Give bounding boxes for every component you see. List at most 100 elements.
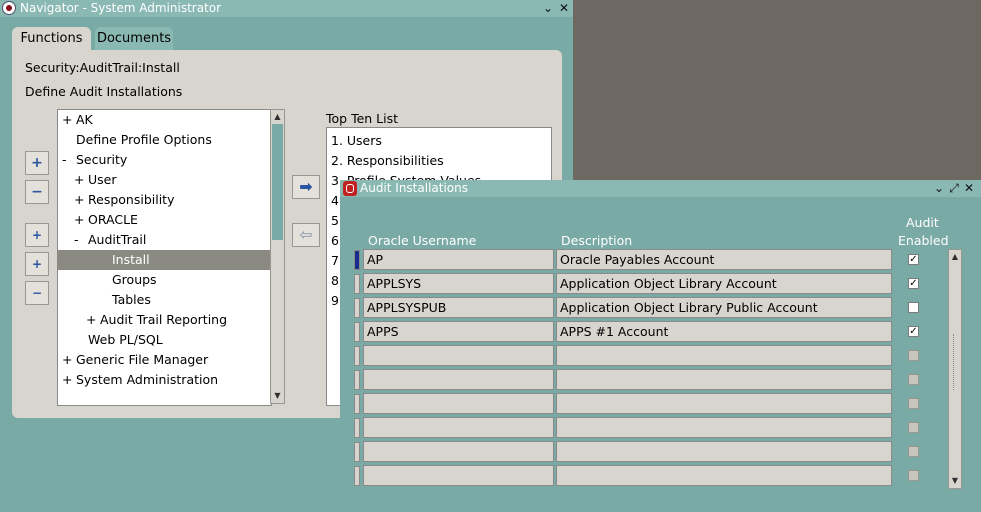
tree-node-toggle[interactable]: + [74, 210, 84, 230]
record-indicator[interactable] [354, 418, 360, 438]
audit-enabled-checkbox[interactable] [908, 374, 919, 385]
scroll-up-icon[interactable]: ▲ [271, 110, 284, 124]
audit-enabled-checkbox[interactable] [908, 470, 919, 481]
tree-scrollbar[interactable]: ▲ ▼ [270, 109, 285, 404]
function-tree[interactable]: + AK Define Profile Options - Security + User +… [57, 109, 272, 406]
username-field[interactable]: AP [363, 249, 554, 270]
tree-node-label: Install [112, 252, 150, 267]
scroll-grip[interactable] [953, 334, 958, 390]
description-field[interactable]: Application Object Library Account [556, 273, 892, 294]
close-icon[interactable]: ✕ [557, 0, 571, 17]
audit-enabled-checkbox[interactable]: ✓ [908, 278, 919, 289]
tab-functions[interactable]: Functions [12, 27, 91, 51]
scroll-down-icon[interactable]: ▼ [271, 389, 284, 403]
audit-scrollbar[interactable]: ▲ ▼ [948, 249, 962, 489]
collapse-icon[interactable]: − [25, 180, 49, 204]
tree-node-toggle[interactable]: + [62, 370, 72, 390]
tree-node[interactable]: + AK [58, 110, 271, 130]
username-field[interactable] [363, 465, 554, 486]
audit-enabled-checkbox[interactable] [908, 446, 919, 457]
tree-node-toggle[interactable]: + [74, 190, 84, 210]
record-indicator[interactable] [354, 466, 360, 486]
tree-scroll-thumb[interactable] [272, 124, 283, 240]
record-indicator[interactable] [354, 274, 360, 294]
description-field[interactable] [556, 417, 892, 438]
record-indicator[interactable] [354, 370, 360, 390]
username-field[interactable] [363, 369, 554, 390]
table-row [340, 344, 981, 368]
tree-node-label: Audit Trail Reporting [100, 312, 228, 327]
tree-node[interactable]: + Generic File Manager [58, 350, 271, 370]
audit-enabled-checkbox[interactable] [908, 398, 919, 409]
table-row: APPLSYSPUB Application Object Library Pub… [340, 296, 981, 320]
top-ten-item[interactable]: 1. Users [331, 131, 382, 151]
record-indicator[interactable] [354, 250, 360, 270]
username-field[interactable] [363, 417, 554, 438]
header-oracle-username: Oracle Username [368, 233, 477, 248]
tree-node[interactable]: - Security [58, 150, 271, 170]
expand-all-icon[interactable]: + [25, 252, 49, 276]
tree-node-toggle[interactable]: + [86, 310, 96, 330]
top-ten-item[interactable]: 2. Responsibilities [331, 151, 444, 171]
record-indicator[interactable] [354, 322, 360, 342]
description-field[interactable] [556, 393, 892, 414]
username-field[interactable] [363, 345, 554, 366]
tree-node[interactable]: + System Administration [58, 370, 271, 390]
tree-node-toggle[interactable]: + [74, 170, 84, 190]
tree-node[interactable]: + ORACLE [58, 210, 271, 230]
close-icon[interactable]: ✕ [962, 180, 976, 197]
tree-node[interactable]: + Responsibility [58, 190, 271, 210]
tree-node-toggle[interactable]: - [74, 230, 79, 250]
audit-enabled-checkbox[interactable] [908, 302, 919, 313]
header-audit: Audit [906, 215, 939, 230]
navigator-titlebar[interactable]: Navigator - System Administrator ⌄ ✕ [0, 0, 573, 17]
audit-titlebar[interactable]: Audit Installations ⌄ ⤢ ✕ [340, 180, 981, 197]
tree-node-toggle[interactable]: + [62, 350, 72, 370]
expand-branch-icon[interactable]: + [25, 223, 49, 247]
record-indicator[interactable] [354, 442, 360, 462]
username-field[interactable] [363, 441, 554, 462]
add-to-top-ten-icon[interactable]: ➡ [292, 175, 320, 199]
record-indicator[interactable] [354, 298, 360, 318]
record-indicator[interactable] [354, 346, 360, 366]
tree-node[interactable]: + Audit Trail Reporting [58, 310, 271, 330]
username-field[interactable]: APPLSYSPUB [363, 297, 554, 318]
audit-enabled-checkbox[interactable]: ✓ [908, 254, 919, 265]
description-field[interactable] [556, 369, 892, 390]
audit-enabled-checkbox[interactable] [908, 350, 919, 361]
audit-enabled-checkbox[interactable]: ✓ [908, 326, 919, 337]
description-field[interactable]: Application Object Library Public Accoun… [556, 297, 892, 318]
tree-node[interactable]: Tables [58, 290, 271, 310]
tree-node[interactable]: Web PL/SQL [58, 330, 271, 350]
username-field[interactable]: APPLSYS [363, 273, 554, 294]
collapse-all-icon[interactable]: − [25, 281, 49, 305]
table-row: APPS APPS #1 Account ✓ [340, 320, 981, 344]
table-row [340, 392, 981, 416]
tree-node-toggle[interactable]: - [62, 150, 67, 170]
scroll-up-icon[interactable]: ▲ [949, 250, 961, 264]
audit-title: Audit Installations [360, 181, 468, 195]
table-row [340, 464, 981, 488]
maximize-icon[interactable]: ⤢ [947, 180, 961, 197]
tree-node[interactable]: + User [58, 170, 271, 190]
record-indicator[interactable] [354, 394, 360, 414]
minimize-icon[interactable]: ⌄ [932, 180, 946, 197]
minimize-icon[interactable]: ⌄ [541, 0, 555, 17]
tree-node[interactable]: Define Profile Options [58, 130, 271, 150]
tree-node[interactable]: Groups [58, 270, 271, 290]
tree-node[interactable]: - AuditTrail [58, 230, 271, 250]
tree-node[interactable]: Install [58, 250, 271, 270]
audit-enabled-checkbox[interactable] [908, 422, 919, 433]
scroll-down-icon[interactable]: ▼ [949, 474, 961, 488]
description-field[interactable]: Oracle Payables Account [556, 249, 892, 270]
description-field[interactable]: APPS #1 Account [556, 321, 892, 342]
expand-icon[interactable]: + [25, 151, 49, 175]
username-field[interactable] [363, 393, 554, 414]
tab-documents[interactable]: Documents [95, 27, 173, 51]
username-field[interactable]: APPS [363, 321, 554, 342]
description-field[interactable] [556, 345, 892, 366]
description-field[interactable] [556, 465, 892, 486]
tree-node-toggle[interactable]: + [62, 110, 72, 130]
remove-from-top-ten-icon[interactable]: ⇦ [292, 223, 320, 247]
description-field[interactable] [556, 441, 892, 462]
